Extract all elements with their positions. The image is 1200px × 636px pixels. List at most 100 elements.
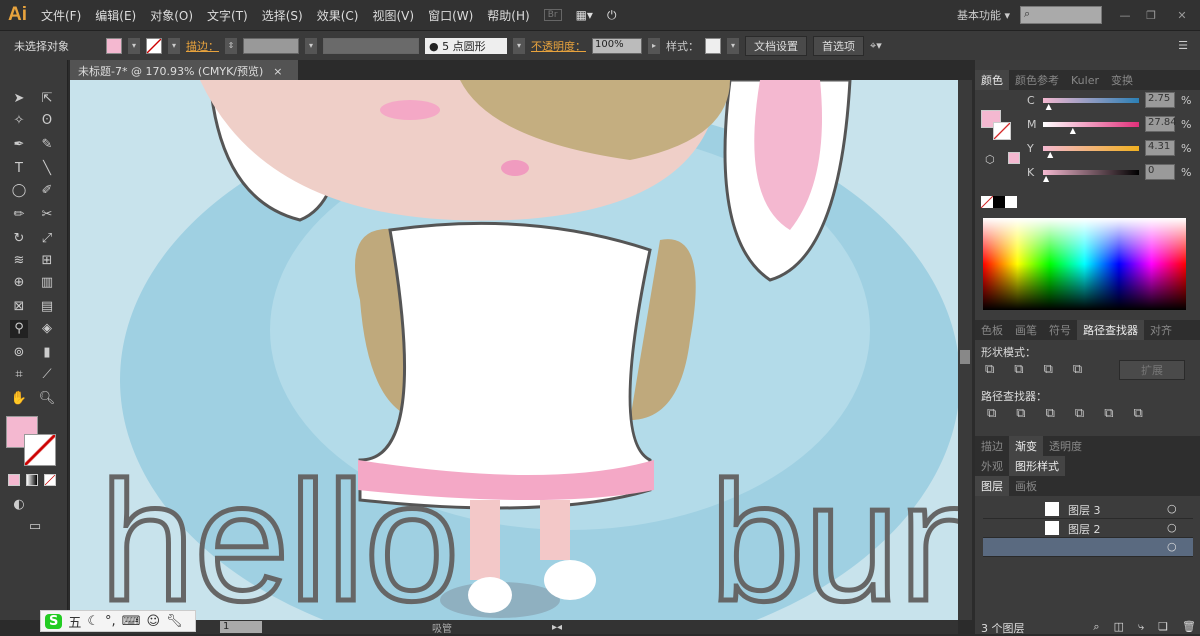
fill-swatch[interactable] — [106, 37, 122, 54]
opacity-field[interactable]: 100% — [592, 37, 642, 54]
layer-row[interactable]: 图层 3 ○ — [983, 500, 1193, 519]
merge-icon[interactable]: ⧉ — [1046, 406, 1055, 421]
line-tool-icon[interactable]: ╲ — [38, 160, 56, 178]
tab-pathfinder[interactable]: 路径查找器 — [1077, 320, 1144, 340]
bridge-button[interactable]: Br — [543, 9, 562, 21]
isolate-icon[interactable]: ⌖▾ — [870, 39, 882, 53]
minus-back-icon[interactable]: ⧉ — [1133, 406, 1142, 421]
color-panel-stroke[interactable] — [993, 122, 1011, 140]
scroll-thumb[interactable] — [960, 350, 970, 364]
vertical-scrollbar[interactable] — [958, 80, 972, 620]
stroke-color-box[interactable] — [24, 434, 56, 466]
keyboard-icon[interactable]: ⌨ — [122, 614, 141, 629]
brush-definition[interactable]: ● 5 点圆形 — [425, 37, 507, 54]
slider-handle[interactable]: ▲ — [1070, 126, 1076, 135]
arrange-documents-icon[interactable]: ▦▾ — [576, 8, 593, 22]
tab-align[interactable]: 对齐 — [1144, 320, 1178, 340]
stroke-dropdown[interactable]: ▾ — [168, 37, 180, 54]
menu-select[interactable]: 选择(S) — [262, 7, 303, 24]
menu-edit[interactable]: 编辑(E) — [95, 7, 136, 24]
tab-artboards[interactable]: 画板 — [1009, 476, 1043, 496]
crop-icon[interactable]: ⧉ — [1075, 406, 1084, 421]
tab-gradient[interactable]: 渐变 — [1009, 436, 1043, 456]
selection-tool-icon[interactable]: ➤ — [10, 90, 28, 108]
menu-object[interactable]: 对象(O) — [150, 7, 193, 24]
slider-handle[interactable]: ▲ — [1047, 150, 1053, 159]
punctuation-icon[interactable]: °, — [105, 614, 116, 629]
hand-tool-icon[interactable]: ✋ — [10, 390, 28, 408]
search-input[interactable]: ⌕ — [1020, 6, 1102, 24]
panel-menu-icon[interactable]: ☰ — [1178, 39, 1188, 52]
color-mode-icon[interactable] — [8, 474, 20, 486]
document-setup-button[interactable]: 文档设置 — [745, 35, 807, 56]
warp-tool-icon[interactable]: ≋ — [10, 252, 28, 270]
color-spectrum[interactable] — [983, 218, 1186, 310]
gradient-tool-icon[interactable]: ▤ — [38, 298, 56, 316]
menu-view[interactable]: 视图(V) — [372, 7, 414, 24]
direct-selection-tool-icon[interactable]: ⇱ — [38, 90, 56, 108]
workspace-switcher[interactable]: 基本功能 ▾ — [957, 7, 1010, 23]
sync-icon[interactable]: ⏻ — [607, 8, 617, 23]
chart-tool-icon[interactable]: ▥ — [38, 274, 56, 292]
stroke-label[interactable]: 描边： — [186, 38, 219, 54]
slider-handle[interactable]: ▲ — [1043, 174, 1049, 183]
fill-dropdown[interactable]: ▾ — [128, 37, 140, 54]
channel-value-field[interactable]: 0 — [1145, 164, 1175, 180]
tab-brushes[interactable]: 画笔 — [1009, 320, 1043, 340]
tab-color[interactable]: 颜色 — [975, 70, 1009, 90]
wrench-icon[interactable]: 🔧︎ — [166, 614, 183, 629]
screen-mode-icon[interactable]: ▭ — [26, 518, 44, 536]
channel-value-field[interactable]: 27.84 — [1145, 116, 1177, 132]
menu-window[interactable]: 窗口(W) — [428, 7, 473, 24]
expand-button[interactable]: 扩展 — [1119, 360, 1185, 380]
rotate-tool-icon[interactable]: ↻ — [10, 230, 28, 248]
free-transform-tool-icon[interactable]: ⊞ — [38, 252, 56, 270]
column-graph-tool-icon[interactable]: ▮ — [38, 344, 56, 362]
stroke-weight-field[interactable] — [243, 37, 299, 54]
ime-mode[interactable]: 五 — [68, 612, 81, 631]
symbol-sprayer-tool-icon[interactable]: ⊚ — [10, 344, 28, 362]
divide-icon[interactable]: ⧉ — [987, 406, 996, 421]
layer-row-selected[interactable]: ○ — [983, 538, 1193, 557]
sogou-logo-icon[interactable]: S — [45, 613, 63, 629]
close-tab-icon[interactable]: × — [273, 65, 282, 78]
black-swatch[interactable] — [993, 196, 1005, 208]
channel-slider[interactable]: ▲ — [1043, 145, 1139, 159]
layer-row[interactable]: 图层 2 ○ — [983, 519, 1193, 538]
stroke-weight-dropdown[interactable]: ▾ — [305, 37, 317, 54]
drawing-mode-icon[interactable]: ◐ — [10, 496, 28, 514]
none-mode-icon[interactable] — [44, 474, 56, 486]
moon-icon[interactable]: ☾ — [87, 614, 99, 629]
web-safe-swatch[interactable] — [1008, 152, 1020, 164]
channel-slider[interactable]: ▲ — [1043, 97, 1139, 111]
menu-help[interactable]: 帮助(H) — [487, 7, 529, 24]
shape-builder-tool-icon[interactable]: ⊕ — [10, 274, 28, 292]
white-swatch[interactable] — [1005, 196, 1017, 208]
tab-swatches[interactable]: 色板 — [975, 320, 1009, 340]
channel-slider[interactable]: ▲ — [1043, 169, 1139, 183]
target-icon[interactable]: ○ — [1167, 540, 1177, 553]
type-tool-icon[interactable]: T — [10, 160, 28, 178]
tab-graphic-styles[interactable]: 图形样式 — [1009, 456, 1065, 476]
slice-tool-icon[interactable]: ⟋ — [38, 366, 56, 384]
brush-dropdown[interactable]: ▾ — [513, 37, 525, 54]
exclude-icon[interactable]: ⧉ — [1073, 362, 1082, 377]
channel-value-field[interactable]: 4.31 — [1145, 140, 1175, 156]
opacity-dropdown[interactable]: ▸ — [648, 37, 660, 54]
artboard-canvas[interactable]: hello bunn — [70, 80, 958, 620]
variable-width-profile[interactable] — [323, 37, 419, 54]
magic-wand-tool-icon[interactable]: ✧ — [10, 112, 28, 130]
out-of-web-icon[interactable]: ⬡ — [985, 153, 995, 166]
tab-appearance[interactable]: 外观 — [975, 456, 1009, 476]
target-icon[interactable]: ○ — [1167, 502, 1177, 515]
tab-color-guide[interactable]: 颜色参考 — [1009, 70, 1065, 90]
slider-handle[interactable]: ▲ — [1046, 102, 1052, 111]
tab-transform[interactable]: 变换 — [1105, 70, 1139, 90]
mesh-tool-icon[interactable]: ⊠ — [10, 298, 28, 316]
none-swatch[interactable] — [981, 196, 993, 208]
menu-file[interactable]: 文件(F) — [41, 7, 81, 24]
outline-icon[interactable]: ⧉ — [1104, 406, 1113, 421]
channel-slider[interactable]: ▲ — [1043, 121, 1139, 135]
current-tool-status[interactable]: 吸管 — [432, 620, 452, 635]
paintbrush-tool-icon[interactable]: ✐ — [38, 182, 56, 200]
